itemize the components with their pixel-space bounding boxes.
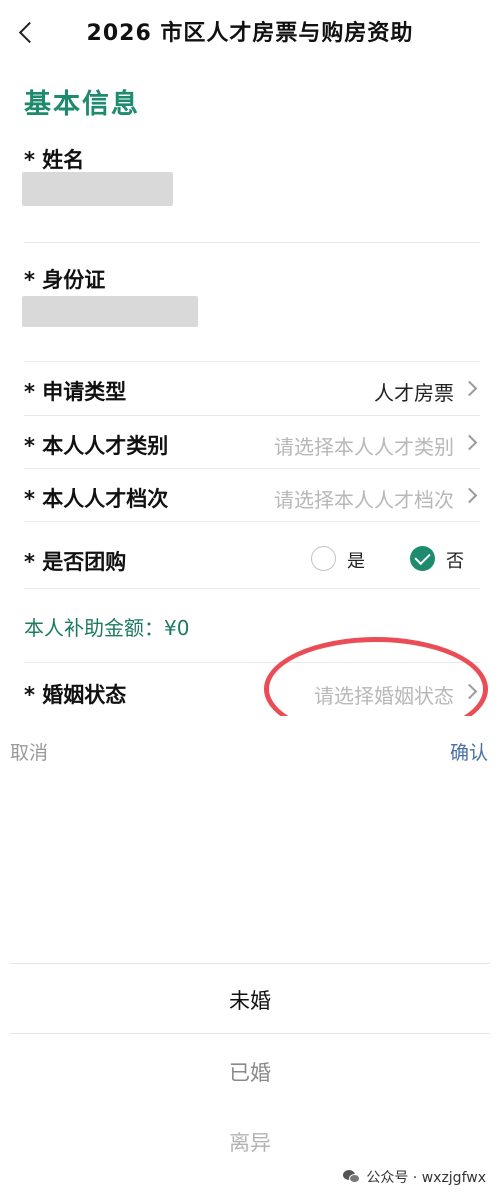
divider	[24, 242, 480, 243]
chevron-right-icon	[461, 434, 478, 451]
chevron-right-icon	[461, 487, 478, 504]
marital-status-label: * 婚姻状态	[24, 683, 127, 707]
chevron-right-icon	[461, 683, 478, 700]
wechat-icon	[343, 1170, 361, 1184]
apply-type-label: * 申请类型	[24, 380, 127, 404]
name-label: * 姓名	[24, 148, 85, 172]
section-title: 基本信息	[24, 89, 140, 120]
picker-confirm-button[interactable]: 确认	[450, 738, 488, 765]
chevron-right-icon	[461, 380, 478, 397]
id-card-value-masked	[22, 296, 198, 327]
marital-status-placeholder: 请选择婚姻状态	[314, 684, 454, 708]
picker-option[interactable]: 离异	[0, 1127, 500, 1157]
watermark-text: 公众号 · wxzjgfwx	[366, 1170, 486, 1186]
picker-selection-line-top	[10, 963, 490, 964]
subsidy-amount-text: 本人补助金额：¥0	[24, 616, 190, 640]
group-purchase-label: * 是否团购	[24, 550, 127, 574]
chevron-left-icon	[18, 21, 41, 44]
name-value-masked	[22, 172, 173, 206]
group-purchase-no-label: 否	[446, 551, 464, 572]
page-title: 2026 市区人才房票与购房资助	[86, 21, 414, 46]
group-purchase-no-radio[interactable]	[410, 546, 435, 571]
picker-option[interactable]: 未婚	[0, 985, 500, 1015]
talent-category-placeholder: 请选择本人人才类别	[274, 435, 454, 459]
divider	[24, 468, 480, 469]
talent-category-label: * 本人人才类别	[24, 434, 169, 458]
picker-option[interactable]: 已婚	[0, 1057, 500, 1087]
marital-status-picker	[0, 716, 500, 1198]
divider	[24, 521, 480, 522]
divider	[24, 361, 480, 362]
id-card-label: * 身份证	[24, 268, 106, 292]
apply-type-value: 人才房票	[374, 381, 454, 405]
talent-level-label: * 本人人才档次	[24, 487, 169, 511]
watermark: 公众号 · wxzjgfwx	[343, 1167, 486, 1187]
back-button[interactable]	[14, 18, 42, 48]
picker-cancel-button[interactable]: 取消	[10, 738, 48, 765]
divider	[24, 415, 480, 416]
talent-level-placeholder: 请选择本人人才档次	[274, 488, 454, 512]
group-purchase-yes-label: 是	[347, 551, 365, 572]
group-purchase-yes-radio[interactable]	[311, 546, 336, 571]
divider	[24, 662, 480, 663]
top-bar: 2026 市区人才房票与购房资助	[0, 0, 500, 66]
divider	[24, 588, 480, 589]
picker-selection-line-bottom	[10, 1033, 490, 1034]
